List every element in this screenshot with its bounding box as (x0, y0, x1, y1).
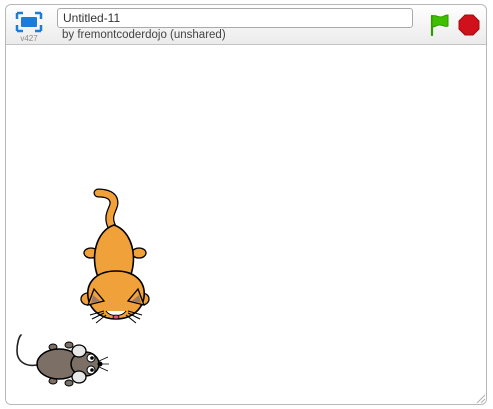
resize-grip-icon[interactable] (476, 394, 486, 404)
mouse-sprite[interactable] (11, 331, 111, 391)
project-player: v427 by fremontcoderdojo (unshared) (5, 4, 487, 405)
player-header: v427 by fremontcoderdojo (unshared) (6, 5, 486, 45)
fullscreen-icon (15, 11, 43, 33)
stop-button[interactable] (458, 14, 480, 36)
green-flag-icon (430, 14, 449, 37)
fullscreen-button[interactable]: v427 (14, 11, 44, 43)
stop-sign-icon (458, 14, 480, 36)
green-flag-button[interactable] (427, 13, 451, 37)
project-title-input[interactable] (57, 8, 413, 28)
cat-sprite[interactable] (76, 187, 158, 327)
project-byline: by fremontcoderdojo (unshared) (62, 29, 226, 41)
stage[interactable] (6, 45, 486, 404)
version-label: v427 (20, 34, 38, 43)
